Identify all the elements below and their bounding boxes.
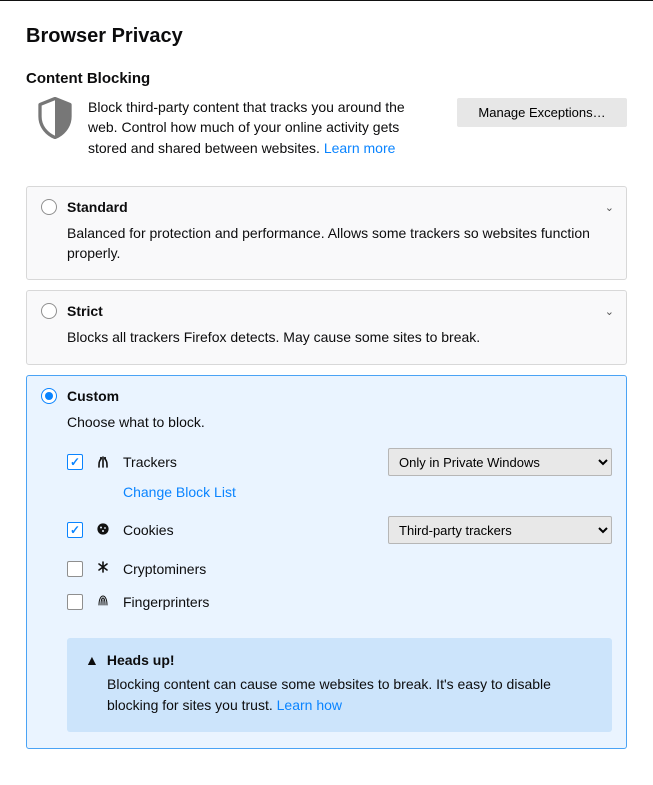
intro-paragraph: Block third-party content that tracks yo… [88, 97, 443, 158]
option-standard[interactable]: Standard ⌄ Balanced for protection and p… [26, 186, 627, 281]
checkbox-fingerprinters[interactable] [67, 594, 83, 610]
cookies-icon [95, 522, 111, 539]
option-custom[interactable]: Custom Choose what to block. Trackers On… [26, 375, 627, 749]
option-strict[interactable]: Strict ⌄ Blocks all trackers Firefox det… [26, 290, 627, 364]
trackers-select[interactable]: Only in Private WindowsIn all windows [388, 448, 612, 476]
section-heading: Content Blocking [26, 70, 627, 87]
cryptominers-icon [95, 560, 111, 577]
cryptominers-label: Cryptominers [123, 561, 243, 577]
page-title: Browser Privacy [26, 25, 627, 48]
learn-more-link[interactable]: Learn more [324, 140, 396, 156]
chevron-down-icon[interactable]: ⌄ [605, 201, 614, 214]
checkbox-trackers[interactable] [67, 454, 83, 470]
learn-how-link[interactable]: Learn how [277, 697, 342, 713]
notice-panel: ▲ Heads up! Blocking content can cause s… [67, 638, 612, 732]
shield-icon [36, 97, 74, 139]
trackers-icon [95, 454, 111, 471]
checkbox-cryptominers[interactable] [67, 561, 83, 577]
strict-desc: Blocks all trackers Firefox detects. May… [67, 327, 612, 347]
cookies-select[interactable]: Third-party trackersAll third-party cook… [388, 516, 612, 544]
trackers-label: Trackers [123, 454, 243, 470]
notice-title: Heads up! [107, 652, 175, 668]
custom-title: Custom [67, 388, 119, 404]
manage-exceptions-button[interactable]: Manage Exceptions… [457, 98, 627, 127]
fingerprinters-icon [95, 593, 111, 610]
warning-icon: ▲ [85, 652, 99, 668]
radio-custom[interactable] [41, 388, 57, 404]
radio-standard[interactable] [41, 199, 57, 215]
strict-title: Strict [67, 303, 103, 319]
checkbox-cookies[interactable] [67, 522, 83, 538]
custom-desc: Choose what to block. [67, 412, 612, 432]
cookies-label: Cookies [123, 522, 243, 538]
radio-strict[interactable] [41, 303, 57, 319]
standard-desc: Balanced for protection and performance.… [67, 223, 612, 264]
change-block-list-link[interactable]: Change Block List [123, 484, 612, 500]
chevron-down-icon[interactable]: ⌄ [605, 305, 614, 318]
standard-title: Standard [67, 199, 128, 215]
fingerprinters-label: Fingerprinters [123, 594, 243, 610]
